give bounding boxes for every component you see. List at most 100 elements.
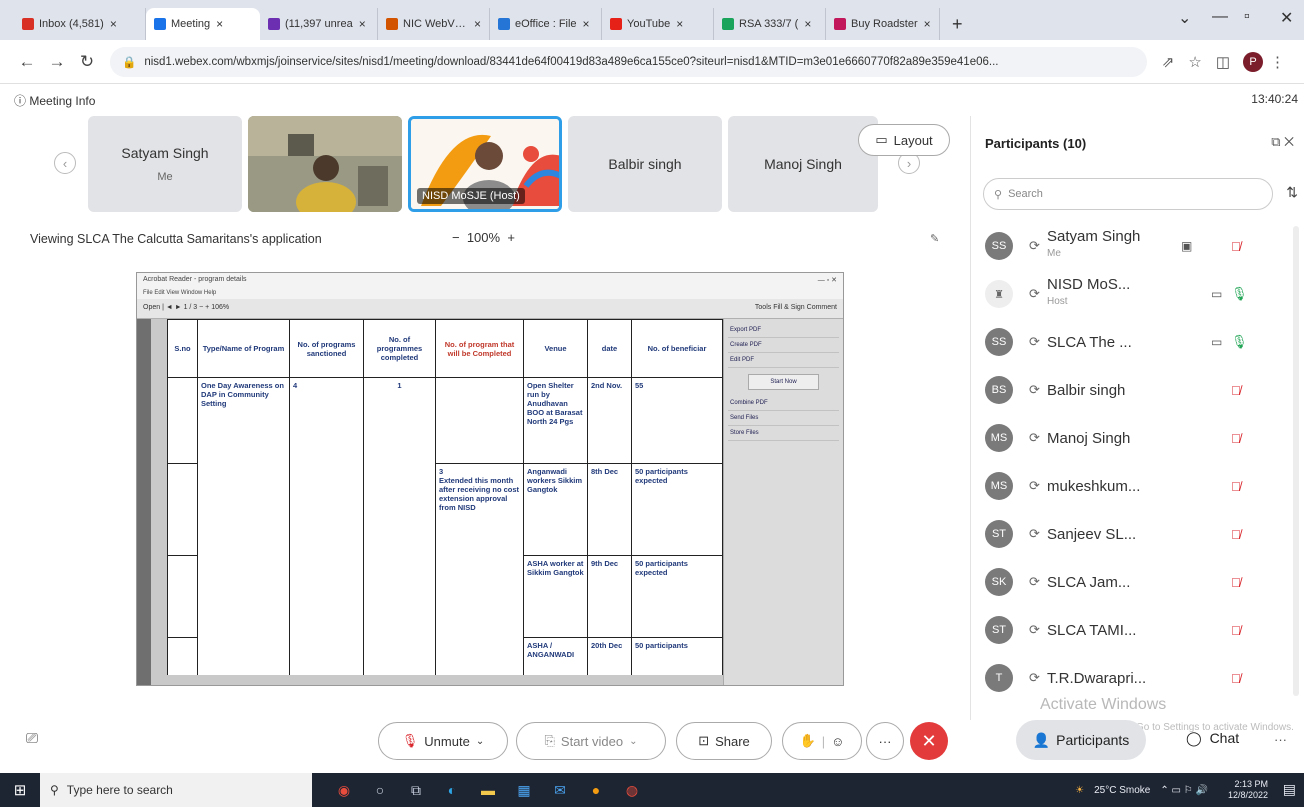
browser-tab[interactable]: (11,397 unrea × bbox=[260, 8, 378, 40]
taskbar-search[interactable]: ⚲ Type here to search bbox=[40, 773, 312, 807]
video-tile-satyam[interactable]: Satyam Singh Me bbox=[88, 116, 242, 212]
participant-row[interactable]: MS ⟳ Manoj Singh 🎙̸ bbox=[971, 416, 1291, 460]
end-call-button[interactable]: ✕ bbox=[910, 722, 948, 760]
tab-close-icon[interactable]: × bbox=[804, 17, 811, 31]
chat-button[interactable]: ◯ Chat bbox=[1186, 730, 1239, 747]
microphone-muted-icon[interactable]: 🎙̸ bbox=[1231, 671, 1241, 686]
participant-avatar: ST bbox=[985, 520, 1013, 548]
video-tile-host[interactable]: NISD MoSJE (Host) bbox=[408, 116, 562, 212]
tray-icons[interactable]: ⌃ ▭ ⚐ 🔊 bbox=[1160, 785, 1208, 796]
meeting-info-link[interactable]: ⓘ Meeting Info bbox=[14, 92, 95, 109]
participants-tab-button[interactable]: 👤 Participants bbox=[1016, 720, 1146, 760]
participant-row[interactable]: ♜ ⟳ NISD MoS... Host ▭ 🎙 bbox=[971, 272, 1291, 316]
participants-scrollbar[interactable] bbox=[1293, 226, 1299, 696]
browser-tab[interactable]: NIC WebVPN × bbox=[378, 8, 490, 40]
captions-icon[interactable]: ⎚ bbox=[26, 730, 38, 747]
microphone-icon[interactable]: 🎙 bbox=[1231, 286, 1248, 302]
task-view-icon[interactable]: ⧉ bbox=[400, 773, 432, 807]
tab-close-icon[interactable]: × bbox=[676, 17, 683, 31]
url-field[interactable]: 🔒 nisd1.webex.com/wbxmjs/joinservice/sit… bbox=[110, 46, 1147, 77]
browser-tab[interactable]: Meeting × bbox=[146, 8, 260, 40]
tab-favicon-icon bbox=[610, 18, 622, 30]
participant-camera-icon: ▭ bbox=[1211, 335, 1223, 349]
participant-row[interactable]: MS ⟳ mukeshkum... 🎙̸ bbox=[971, 464, 1291, 508]
taskbar-clock[interactable]: 2:13 PM 12/8/2022 bbox=[1218, 779, 1268, 801]
video-tile-balbir[interactable]: Balbir singh bbox=[568, 116, 722, 212]
share-button[interactable]: ⊡ Share bbox=[676, 722, 772, 760]
zoom-out-button[interactable]: − bbox=[452, 230, 460, 245]
shared-screen-content[interactable]: Acrobat Reader - program details — ▫ ✕ F… bbox=[136, 272, 844, 686]
panel-more-icon[interactable]: ··· bbox=[1274, 732, 1287, 747]
side-panel-icon[interactable]: ◫ bbox=[1216, 53, 1230, 71]
weather-widget-icon[interactable]: ◉ bbox=[328, 773, 360, 807]
annotate-icon[interactable]: ✎ bbox=[930, 232, 939, 245]
microphone-muted-icon[interactable]: 🎙̸ bbox=[1231, 239, 1241, 254]
store-icon[interactable]: ▦ bbox=[508, 773, 540, 807]
minimize-icon[interactable]: — bbox=[1212, 8, 1228, 26]
browser-tab[interactable]: eOffice : File × bbox=[490, 8, 602, 40]
firefox-icon[interactable]: ● bbox=[580, 773, 612, 807]
participant-row[interactable]: T ⟳ T.R.Dwarapri... 🎙̸ bbox=[971, 656, 1291, 700]
video-camera-icon: ⎘ bbox=[544, 733, 555, 748]
mail-icon[interactable]: ✉ bbox=[544, 773, 576, 807]
video-tile-manoj[interactable]: Manoj Singh bbox=[728, 116, 878, 212]
reload-icon[interactable]: ↻ bbox=[72, 52, 102, 72]
forward-icon[interactable]: → bbox=[42, 52, 72, 72]
participant-row[interactable]: ST ⟳ Sanjeev SL... 🎙̸ bbox=[971, 512, 1291, 556]
back-icon[interactable]: ← bbox=[12, 52, 42, 72]
share-page-icon[interactable]: ⇗ bbox=[1162, 53, 1175, 71]
more-options-button[interactable]: ··· bbox=[866, 722, 904, 760]
tab-close-icon[interactable]: × bbox=[216, 17, 223, 31]
browser-tab[interactable]: Buy Roadster × bbox=[826, 8, 940, 40]
reactions-button[interactable]: ✋ | ☺ bbox=[782, 722, 862, 760]
tab-close-icon[interactable]: × bbox=[474, 17, 481, 31]
new-tab-button[interactable]: + bbox=[940, 8, 975, 40]
tab-close-icon[interactable]: × bbox=[583, 17, 590, 31]
close-window-icon[interactable]: ✕ bbox=[1280, 8, 1293, 28]
participant-row[interactable]: SK ⟳ SLCA Jam... 🎙̸ bbox=[971, 560, 1291, 604]
participant-row[interactable]: BS ⟳ Balbir singh 🎙̸ bbox=[971, 368, 1291, 412]
tab-close-icon[interactable]: × bbox=[359, 17, 366, 31]
participants-tab-label: Participants bbox=[1056, 732, 1130, 748]
bookmark-star-icon[interactable]: ☆ bbox=[1188, 53, 1201, 71]
participant-row[interactable]: ST ⟳ SLCA TAMI... 🎙̸ bbox=[971, 608, 1291, 652]
microphone-muted-icon[interactable]: 🎙̸ bbox=[1231, 431, 1241, 446]
cortana-icon[interactable]: ○ bbox=[364, 773, 396, 807]
microphone-muted-icon[interactable]: 🎙̸ bbox=[1231, 479, 1241, 494]
browser-tab[interactable]: Inbox (4,581) × bbox=[14, 8, 146, 40]
notification-icon[interactable]: ▤ bbox=[1283, 781, 1296, 798]
participants-search-input[interactable]: ⚲ Search bbox=[983, 178, 1273, 210]
tab-close-icon[interactable]: × bbox=[924, 17, 931, 31]
microphone-muted-icon[interactable]: 🎙̸ bbox=[1231, 527, 1241, 542]
edge-icon[interactable]: ◐ bbox=[436, 773, 468, 807]
file-explorer-icon[interactable]: ▬ bbox=[472, 773, 504, 807]
chat-bubble-icon: ◯ bbox=[1186, 730, 1202, 746]
microphone-muted-icon[interactable]: 🎙̸ bbox=[1231, 575, 1241, 590]
microphone-muted-icon[interactable]: 🎙̸ bbox=[1231, 383, 1241, 398]
tab-close-icon[interactable]: × bbox=[110, 17, 117, 31]
prev-video-arrow-icon[interactable]: ‹ bbox=[54, 152, 76, 174]
browser-tab[interactable]: RSA 333/7 ( × bbox=[714, 8, 826, 40]
microphone-muted-icon[interactable]: 🎙̸ bbox=[1231, 623, 1241, 638]
table-header: date bbox=[587, 319, 632, 378]
profile-avatar[interactable]: P bbox=[1243, 51, 1263, 72]
restore-icon[interactable]: ▫ bbox=[1244, 8, 1250, 26]
participant-row[interactable]: SS ⟳ Satyam Singh Me ▣ 🎙̸ bbox=[971, 224, 1291, 268]
pdf-start-now-button: Start Now bbox=[748, 374, 819, 390]
start-video-button[interactable]: ⎘ Start video ⌄ bbox=[516, 722, 666, 760]
browser-tab[interactable]: YouTube × bbox=[602, 8, 714, 40]
tab-label: RSA 333/7 ( bbox=[739, 18, 799, 30]
microphone-icon[interactable]: 🎙 bbox=[1231, 334, 1248, 350]
table-cell: 8th Dec bbox=[587, 463, 632, 556]
browser-menu-icon[interactable]: ⋮ bbox=[1270, 53, 1285, 71]
tab-search-icon[interactable]: ⌄ bbox=[1178, 8, 1191, 28]
panel-popout-close-icon[interactable]: ⧉ ✕ bbox=[1271, 134, 1294, 150]
participant-row[interactable]: SS ⟳ SLCA The ... ▭ 🎙 bbox=[971, 320, 1291, 364]
windows-start-icon[interactable]: ⊞ bbox=[0, 773, 40, 807]
zoom-in-button[interactable]: + bbox=[507, 230, 515, 245]
layout-button[interactable]: ▭ Layout bbox=[858, 124, 950, 156]
video-tile-camera-feed[interactable] bbox=[248, 116, 402, 212]
chrome-icon[interactable]: ◍ bbox=[616, 773, 648, 807]
unmute-button[interactable]: 🎙 Unmute ⌄ bbox=[378, 722, 508, 760]
sort-icon[interactable]: ⇅ bbox=[1286, 184, 1298, 201]
